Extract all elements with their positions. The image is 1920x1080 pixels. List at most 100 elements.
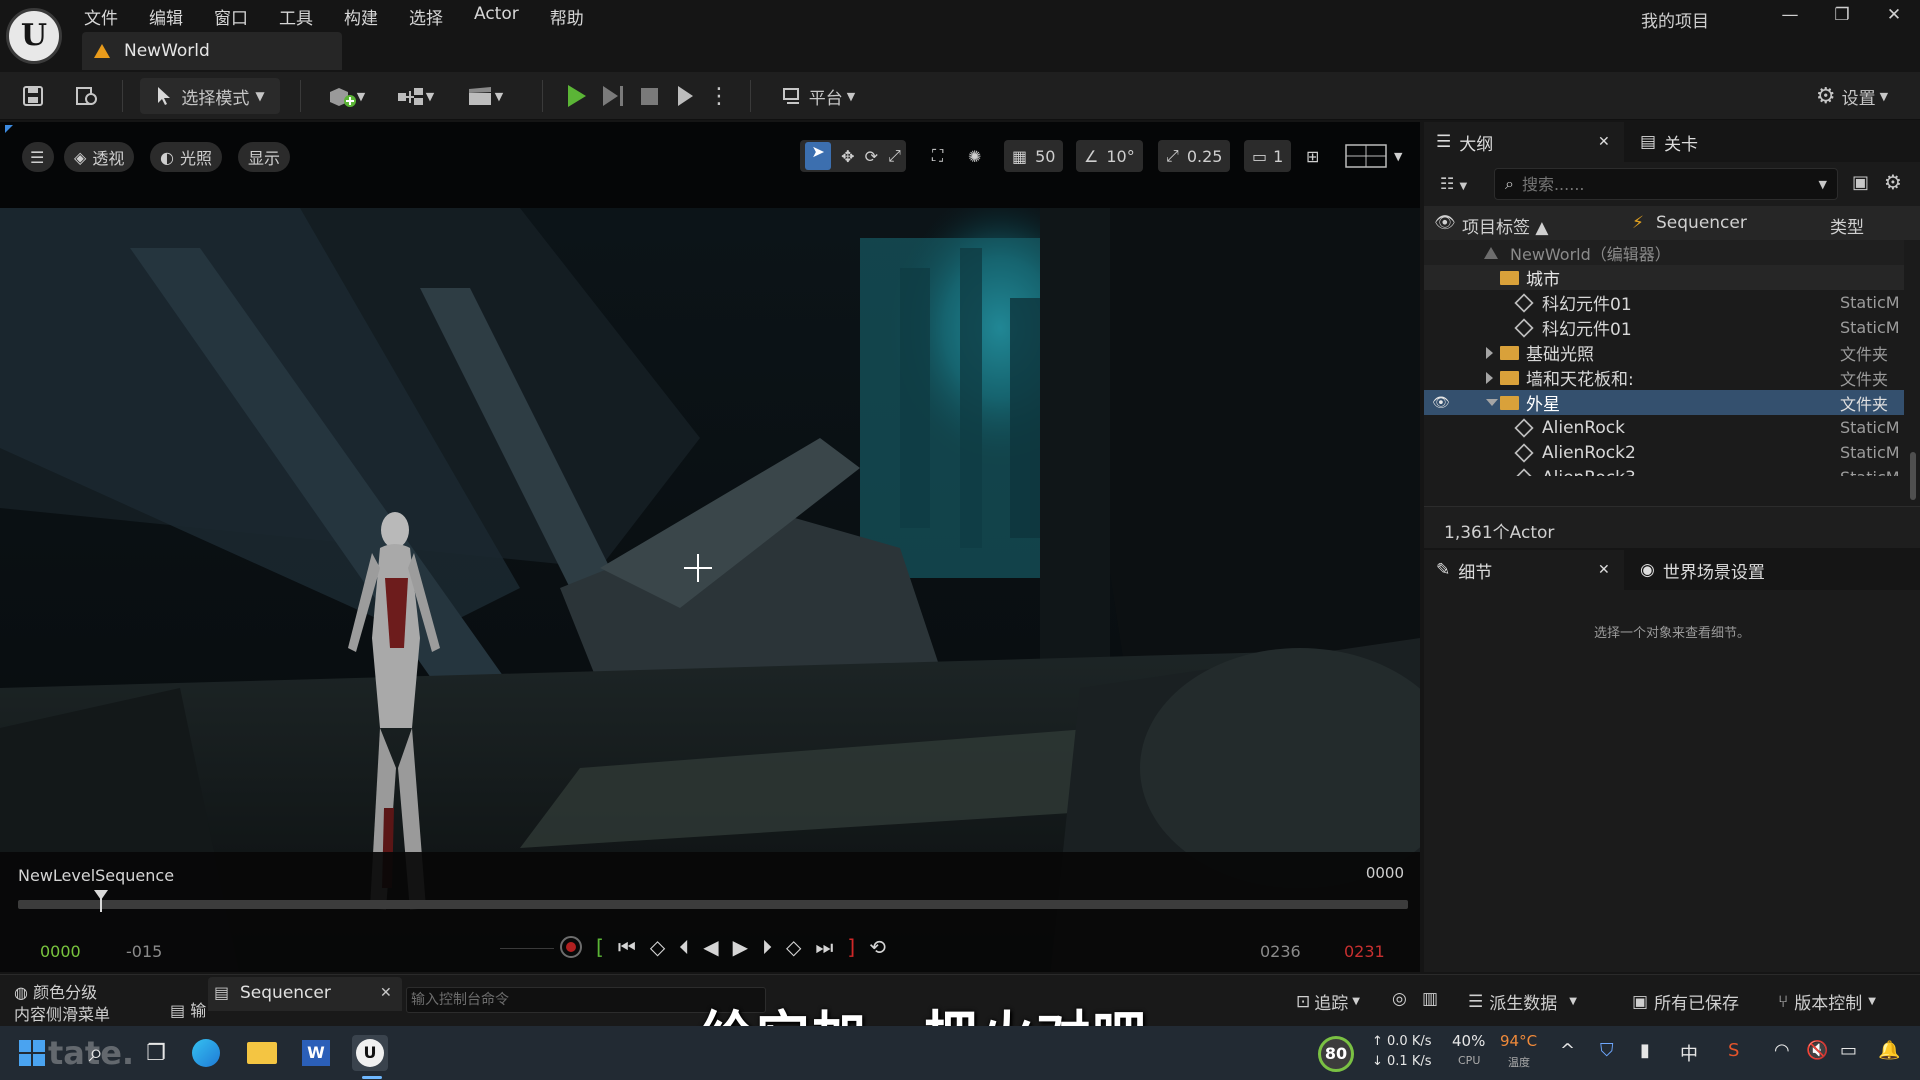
record-button[interactable] <box>560 936 582 958</box>
expand-arrow-icon[interactable] <box>1486 371 1493 384</box>
level-viewport[interactable]: ☰ ◈ 透视 ◐ 光照 显示 ➤ ✥ ⟳ ⤢ ⛶ ✺ ▦ 50 ∠ 10° ⤢ <box>0 122 1420 972</box>
outliner-search[interactable]: ⌕ ▼ <box>1494 168 1838 200</box>
file-explorer-button[interactable] <box>244 1035 280 1071</box>
word-button[interactable]: W <box>298 1035 334 1071</box>
close-icon[interactable]: ✕ <box>1598 134 1610 150</box>
add-folder-button[interactable]: ▣ <box>1852 172 1869 193</box>
play-button[interactable] <box>560 78 594 114</box>
show-button[interactable]: 显示 <box>238 142 291 172</box>
column-type[interactable]: 类型 <box>1830 213 1864 238</box>
tree-row-mesh[interactable]: 科幻元件01 StaticM <box>1424 315 1904 340</box>
filter-button[interactable]: ☷ ▼ <box>1440 174 1467 193</box>
menu-build[interactable]: 构建 <box>344 4 378 29</box>
menu-window[interactable]: 窗口 <box>214 4 248 29</box>
add-actor-button[interactable]: ▼ <box>322 78 370 114</box>
unreal-logo[interactable]: U <box>6 8 62 64</box>
edge-button[interactable] <box>188 1035 224 1071</box>
translate-tool-icon[interactable]: ✥ <box>841 147 854 166</box>
menu-tools[interactable]: 工具 <box>279 4 313 29</box>
visibility-eye-icon[interactable]: 👁 <box>1432 395 1450 411</box>
search-button[interactable]: ⌕ <box>78 1035 114 1071</box>
search-input[interactable] <box>1521 174 1792 194</box>
jump-to-start-icon[interactable]: ⏮ <box>618 935 636 959</box>
menu-select[interactable]: 选择 <box>409 4 443 29</box>
tab-levels[interactable]: ▤ 关卡 <box>1634 122 1794 162</box>
menu-edit[interactable]: 编辑 <box>149 4 183 29</box>
tree-row-folder[interactable]: 基础光照 文件夹 <box>1424 340 1904 365</box>
tree-row-mesh[interactable]: AlienRock3 StaticM <box>1424 465 1904 476</box>
derived-data-button[interactable]: ☰ 派生数据 ▼ <box>1468 989 1577 1015</box>
content-drawer-button[interactable]: 内容侧滑菜单 <box>14 1001 110 1025</box>
shield-icon[interactable]: ⛉ <box>1600 1040 1614 1061</box>
viewport-layout-selector[interactable]: ▼ <box>1344 140 1402 172</box>
fps-badge[interactable]: 80 <box>1318 1036 1354 1072</box>
visibility-column-icon[interactable]: 👁 <box>1434 213 1456 233</box>
chevron-down-icon[interactable]: ▼ <box>1819 178 1827 191</box>
surface-snap-button[interactable]: ⛶ <box>932 140 943 172</box>
expand-arrow-icon[interactable] <box>1486 346 1493 359</box>
eject-button[interactable] <box>668 78 702 114</box>
settings-button[interactable]: ⚙ 设置 ▼ <box>1806 78 1898 114</box>
outliner-scrollbar[interactable] <box>1910 452 1916 500</box>
mode-selector[interactable]: 选择模式 ▼ <box>140 78 280 114</box>
prev-frame-icon[interactable]: ⏴ <box>679 935 689 959</box>
select-tool-icon[interactable]: ➤ <box>805 142 832 170</box>
output-log-button[interactable]: ▤ 输 <box>170 997 206 1021</box>
start-frame[interactable]: 0000 <box>40 942 81 961</box>
menu-help[interactable]: 帮助 <box>550 4 584 29</box>
close-icon[interactable]: ✕ <box>1598 562 1610 578</box>
play-options-button[interactable]: ⋮ <box>704 78 734 114</box>
advance-frame-button[interactable] <box>596 78 630 114</box>
set-start-icon[interactable]: [ <box>596 935 604 959</box>
tab-details[interactable]: ✎ 细节 ✕ <box>1424 550 1624 590</box>
platform-button[interactable]: 平台 ▼ <box>770 78 866 114</box>
jump-to-end-icon[interactable]: ⏭ <box>815 935 833 959</box>
minimize-button[interactable]: — <box>1764 0 1816 30</box>
scale-tool-icon[interactable]: ⤢ <box>888 146 901 166</box>
timeline-track[interactable] <box>18 900 1408 909</box>
menu-actor[interactable]: Actor <box>474 4 519 28</box>
tree-row-mesh[interactable]: AlienRock2 StaticM <box>1424 440 1904 465</box>
blueprint-button[interactable]: ▼ <box>390 78 440 114</box>
lighting-button[interactable]: ◐ 光照 <box>150 142 222 172</box>
layout-button[interactable]: ⊞ <box>1306 140 1319 172</box>
rotate-tool-icon[interactable]: ⟳ <box>865 147 878 166</box>
stop-button[interactable] <box>632 78 666 114</box>
tab-world-settings[interactable]: ◉ 世界场景设置 <box>1634 550 1834 590</box>
column-sequencer[interactable]: Sequencer <box>1656 213 1747 233</box>
tray-expand-icon[interactable]: ^ <box>1560 1040 1575 1061</box>
menu-file[interactable]: 文件 <box>84 4 118 29</box>
camera-speed-button[interactable]: ▭ 1 <box>1244 140 1292 172</box>
color-grading-button[interactable]: ◍ 颜色分级 <box>14 979 97 1003</box>
next-key-icon[interactable]: ◇ <box>786 935 801 959</box>
next-frame-icon[interactable]: ⏵ <box>762 935 772 959</box>
world-local-button[interactable]: ✺ <box>968 140 981 172</box>
mute-icon[interactable]: 🔇 <box>1806 1040 1828 1061</box>
collapse-arrow-icon[interactable] <box>1486 399 1498 406</box>
play-reverse-icon[interactable]: ◀ <box>703 935 718 959</box>
save-button[interactable] <box>16 78 50 114</box>
tree-row-world[interactable]: NewWorld（编辑器） <box>1424 240 1904 265</box>
outliner-settings-button[interactable]: ⚙ <box>1884 170 1902 194</box>
unreal-taskbar-button[interactable]: U <box>352 1035 388 1071</box>
start-button[interactable] <box>14 1035 50 1071</box>
loop-icon[interactable]: ⟲ <box>869 935 886 959</box>
notification-bell-icon[interactable]: 🔔 <box>1878 1040 1900 1061</box>
version-control-button[interactable]: ⑂ 版本控制 ▼ <box>1778 989 1876 1015</box>
prev-key-icon[interactable]: ◇ <box>650 935 665 959</box>
tab-outliner[interactable]: ☰ 大纲 ✕ <box>1424 122 1624 162</box>
play-forward-icon[interactable]: ▶ <box>733 935 748 959</box>
close-button[interactable]: ✕ <box>1868 0 1920 30</box>
perspective-button[interactable]: ◈ 透视 <box>64 142 135 172</box>
sequencer-tab[interactable]: ▤ Sequencer ✕ <box>208 977 402 1011</box>
maximize-button[interactable]: ❐ <box>1816 0 1868 30</box>
end-frame[interactable]: 0236 <box>1260 942 1301 961</box>
stats-button[interactable]: ▥ <box>1422 989 1438 1009</box>
document-tab[interactable]: NewWorld <box>82 32 342 70</box>
wifi-icon[interactable]: ◠ <box>1774 1040 1790 1061</box>
tree-row-folder[interactable]: 城市 <box>1424 265 1904 290</box>
cinematics-button[interactable]: ▼ <box>460 78 510 114</box>
tree-row-mesh[interactable]: AlienRock StaticM <box>1424 415 1904 440</box>
live-coding-button[interactable]: ◎ <box>1392 989 1407 1009</box>
rotation-snap-button[interactable]: ∠ 10° <box>1076 140 1143 172</box>
